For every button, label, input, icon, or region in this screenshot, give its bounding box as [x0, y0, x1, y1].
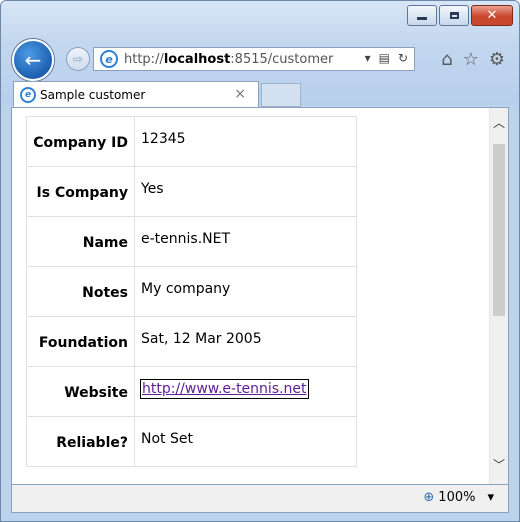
- scroll-up-icon[interactable]: ︿: [490, 114, 508, 130]
- field-value: Yes: [134, 166, 357, 217]
- tab-title: Sample customer: [40, 87, 146, 102]
- chevron-down-icon[interactable]: ▾: [487, 490, 494, 505]
- scrollbar-thumb[interactable]: [493, 144, 505, 316]
- table-row: Foundation Sat, 12 Mar 2005: [26, 316, 357, 367]
- new-tab-button[interactable]: [261, 83, 301, 107]
- field-label: Name: [26, 216, 135, 267]
- gear-icon[interactable]: ⚙: [489, 49, 505, 70]
- field-value: 12345: [134, 116, 357, 167]
- maximize-icon: [449, 12, 459, 19]
- star-icon[interactable]: ☆: [463, 49, 479, 70]
- zoom-level: 100%: [438, 490, 476, 505]
- back-arrow-icon: ←: [24, 48, 42, 72]
- back-button[interactable]: ←: [12, 39, 54, 81]
- ie-tab-icon: e: [20, 86, 36, 103]
- url-host: localhost: [163, 51, 231, 67]
- zoom-control[interactable]: ⊕ 100% ▾: [423, 490, 494, 505]
- field-value: http://www.e-tennis.net: [134, 366, 357, 417]
- scroll-down-icon[interactable]: ﹀: [490, 456, 508, 472]
- window-controls: ✕: [407, 5, 513, 26]
- field-label: Notes: [26, 266, 135, 317]
- url-prefix: http://: [124, 51, 164, 67]
- close-icon: ✕: [486, 8, 498, 23]
- address-bar[interactable]: e http://localhost:8515/customer ▾ ▤ ↻: [93, 47, 415, 71]
- field-value: My company: [134, 266, 357, 317]
- address-url[interactable]: http://localhost:8515/customer: [124, 52, 333, 67]
- status-bar: ⊕ 100% ▾: [11, 485, 509, 513]
- close-window-button[interactable]: ✕: [471, 5, 513, 26]
- field-value: Sat, 12 Mar 2005: [134, 316, 357, 367]
- dropdown-arrow-icon[interactable]: ▾: [365, 51, 371, 65]
- table-row: Website http://www.e-tennis.net: [26, 366, 357, 417]
- table-row: Reliable? Not Set: [26, 416, 357, 467]
- vertical-scrollbar[interactable]: ︿ ﹀: [489, 108, 508, 484]
- table-row: Name e-tennis.NET: [26, 216, 357, 267]
- address-actions: ▾ ▤ ↻: [365, 51, 408, 65]
- minimize-icon: [417, 17, 427, 20]
- maximize-button[interactable]: [439, 5, 469, 26]
- refresh-icon[interactable]: ↻: [398, 51, 408, 65]
- home-icon[interactable]: ⌂: [441, 49, 452, 70]
- url-path: :8515/customer: [230, 51, 334, 67]
- field-value: Not Set: [134, 416, 357, 467]
- close-tab-icon[interactable]: ×: [234, 86, 246, 102]
- field-label: Reliable?: [26, 416, 135, 467]
- table-row: Is Company Yes: [26, 166, 357, 217]
- field-label: Company ID: [26, 116, 135, 167]
- browser-toolbar: ⌂ ☆ ⚙: [441, 49, 505, 70]
- minimize-button[interactable]: [407, 5, 437, 26]
- compatibility-view-icon[interactable]: ▤: [379, 51, 390, 65]
- tab-bar: e Sample customer ×: [1, 81, 519, 107]
- field-label: Is Company: [26, 166, 135, 217]
- table-row: Notes My company: [26, 266, 357, 317]
- zoom-icon: ⊕: [423, 490, 435, 505]
- browser-window: ✕ ← ⇨ e http://localhost:8515/customer ▾…: [0, 0, 520, 522]
- ie-page-icon: e: [100, 50, 118, 68]
- record-table: Company ID 12345 Is Company Yes Name e-t…: [26, 116, 357, 467]
- field-label: Foundation: [26, 316, 135, 367]
- table-row: Company ID 12345: [26, 116, 357, 167]
- tab-sample-customer[interactable]: e Sample customer ×: [13, 81, 259, 107]
- forward-button[interactable]: ⇨: [66, 47, 90, 71]
- field-value: e-tennis.NET: [134, 216, 357, 267]
- field-label: Website: [26, 366, 135, 417]
- website-link[interactable]: http://www.e-tennis.net: [140, 379, 309, 399]
- page-viewport: Company ID 12345 Is Company Yes Name e-t…: [11, 107, 509, 485]
- forward-arrow-icon: ⇨: [72, 52, 84, 66]
